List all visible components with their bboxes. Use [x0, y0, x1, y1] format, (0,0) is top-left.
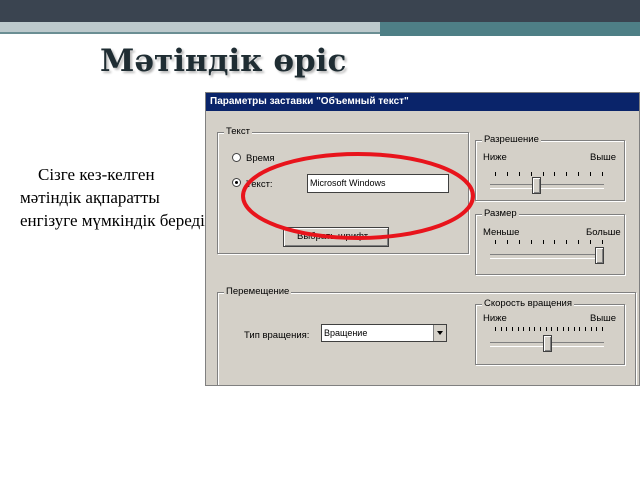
slider-tick [543, 240, 544, 244]
slider-tick [506, 327, 507, 331]
rotation-type-select[interactable]: Вращение [321, 324, 447, 342]
slider-tick [568, 327, 569, 331]
slider-tick [546, 327, 547, 331]
size-group-label: Размер [482, 208, 519, 219]
slider-tick [512, 327, 513, 331]
slider-tick [591, 327, 592, 331]
slide-title: Мәтіндік өріс [100, 43, 347, 79]
slider-tick [574, 327, 575, 331]
slider-tick [518, 327, 519, 331]
resolution-ticks [495, 172, 603, 176]
slide-divider [0, 32, 380, 34]
radio-time-label: Время [246, 153, 275, 164]
resolution-max-label: Выше [590, 152, 617, 163]
dialog-title: Параметры заставки "Объемный текст" [210, 96, 409, 107]
rotation-type-value: Вращение [324, 328, 368, 338]
slider-tick [578, 240, 579, 244]
slider-tick [578, 172, 579, 176]
slider-tick [543, 172, 544, 176]
radio-text[interactable] [232, 178, 241, 187]
size-groupbox: Размер [475, 208, 625, 275]
slider-tick [495, 172, 496, 176]
slider-tick [602, 172, 603, 176]
slider-tick [534, 327, 535, 331]
slider-tick [529, 327, 530, 331]
size-slider-thumb[interactable] [595, 247, 604, 264]
slider-tick [531, 172, 532, 176]
size-min-label: Меньше [483, 227, 520, 238]
slider-tick [501, 327, 502, 331]
dialog-titlebar: Параметры заставки "Объемный текст" [206, 93, 639, 111]
resolution-group-label: Разрешение [482, 134, 541, 145]
size-max-label: Больше [586, 227, 621, 238]
slider-tick [495, 240, 496, 244]
slider-tick [566, 172, 567, 176]
rotation-speed-slider-thumb[interactable] [543, 335, 552, 352]
choose-font-button[interactable]: Выбрать шрифт... [283, 227, 389, 247]
chevron-down-icon[interactable] [433, 325, 446, 341]
slider-tick [585, 327, 586, 331]
rotation-type-label: Тип вращения: [244, 330, 310, 341]
slider-tick [554, 240, 555, 244]
slider-tick [557, 327, 558, 331]
radio-time[interactable] [232, 153, 241, 162]
text-group-label: Текст [224, 126, 252, 137]
radio-text-label: Текст: [246, 179, 273, 190]
resolution-min-label: Ниже [483, 152, 507, 163]
rotation-speed-max-label: Выше [590, 313, 617, 324]
movement-group-label: Перемещение [224, 286, 292, 297]
resolution-slider-track [490, 184, 604, 189]
slider-tick [590, 240, 591, 244]
slider-tick [590, 172, 591, 176]
slider-tick [596, 327, 597, 331]
size-slider-track [490, 254, 604, 259]
slider-tick [519, 172, 520, 176]
slider-tick [540, 327, 541, 331]
slider-tick [551, 327, 552, 331]
text-input[interactable]: Microsoft Windows [307, 174, 449, 193]
slider-tick [531, 240, 532, 244]
slider-tick [507, 240, 508, 244]
rotation-speed-min-label: Ниже [483, 313, 507, 324]
resolution-groupbox: Разрешение [475, 134, 625, 201]
slide-body-text: Сізге кез-келген мәтіндік ақпаратты енгі… [20, 165, 205, 230]
slider-tick [523, 327, 524, 331]
slide-top-band-accent [380, 22, 640, 36]
slider-tick [566, 240, 567, 244]
resolution-slider-thumb[interactable] [532, 177, 541, 194]
slide-top-band [0, 0, 640, 22]
screensaver-settings-dialog: Параметры заставки "Объемный текст" Текс… [205, 92, 640, 386]
slider-tick [602, 327, 603, 331]
slider-tick [554, 172, 555, 176]
slider-tick [495, 327, 496, 331]
rotation-speed-group-label: Скорость вращения [482, 298, 574, 309]
size-ticks [495, 240, 603, 244]
slider-tick [602, 240, 603, 244]
slider-tick [579, 327, 580, 331]
rotation-speed-ticks [495, 327, 603, 331]
slider-tick [563, 327, 564, 331]
slider-tick [507, 172, 508, 176]
slider-tick [519, 240, 520, 244]
